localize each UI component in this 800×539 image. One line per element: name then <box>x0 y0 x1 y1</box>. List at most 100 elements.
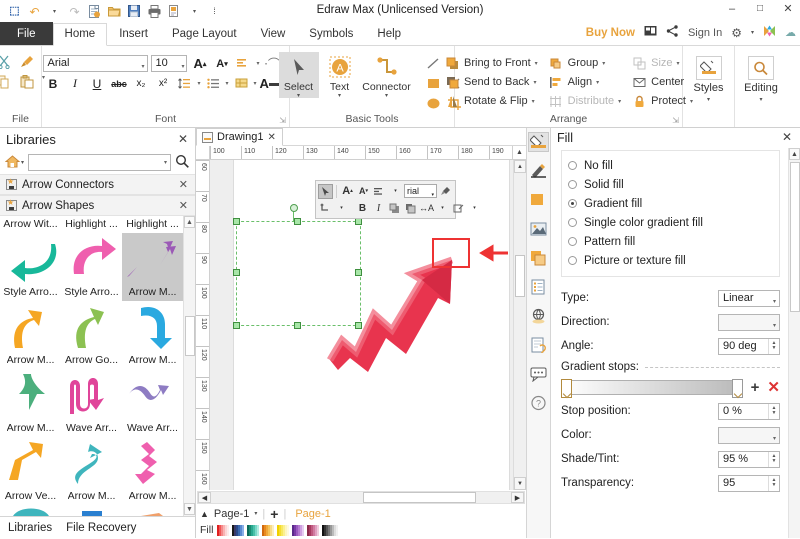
pointer-tool-icon[interactable] <box>318 183 333 199</box>
settings-caret-icon[interactable]: ▾ <box>751 29 754 36</box>
tab-symbols[interactable]: Symbols <box>297 23 365 45</box>
group-button[interactable]: Group ▾ <box>545 54 624 72</box>
italic-button[interactable]: I <box>65 75 84 92</box>
transparency-input[interactable]: 95 ▲ ▼ <box>718 474 780 492</box>
bring-to-front-icon[interactable] <box>387 201 402 216</box>
resize-handle-n[interactable] <box>294 218 301 225</box>
gradient-stop-start[interactable] <box>561 378 572 398</box>
distribute-button[interactable]: Distribute ▾ <box>545 92 624 110</box>
text-highlight-caret-icon[interactable]: ▾ <box>254 80 257 87</box>
gear-icon[interactable]: ⚙ <box>731 26 742 40</box>
bullets-icon[interactable] <box>204 75 223 92</box>
home-caret-icon[interactable]: ▾ <box>21 159 24 166</box>
send-to-back-icon[interactable] <box>403 201 418 216</box>
gradient-stops-track[interactable] <box>561 378 743 398</box>
fill-icon[interactable] <box>528 132 549 152</box>
bring-to-front-caret-icon[interactable]: ▾ <box>535 60 538 67</box>
page-selector-caret-icon[interactable]: ▾ <box>254 510 257 517</box>
present-icon[interactable] <box>644 25 657 40</box>
bold-button[interactable]: B <box>43 75 62 92</box>
libraries-scrollbar[interactable]: ▲ ▼ <box>183 216 195 516</box>
format-painter-icon[interactable] <box>438 184 453 199</box>
list-item[interactable]: Arrow Go... <box>61 301 122 369</box>
connector-tool-button[interactable]: Connector ▾ <box>361 52 413 99</box>
styles-button[interactable]: Styles ▾ <box>687 48 731 103</box>
text-align-icon[interactable] <box>234 55 253 72</box>
list-item[interactable]: Arrow M... <box>61 437 122 505</box>
direction-select[interactable]: ▾ <box>718 313 780 334</box>
editing-button[interactable]: Editing ▾ <box>739 48 783 103</box>
scroll-up-icon[interactable]: ▲ <box>184 216 195 228</box>
hyperlink-icon[interactable] <box>528 306 549 326</box>
tab-page-layout[interactable]: Page Layout <box>160 23 249 45</box>
group-caret-icon[interactable]: ▾ <box>602 60 605 67</box>
close-icon[interactable]: ✕ <box>178 132 188 146</box>
editing-caret-icon[interactable]: ▾ <box>759 96 762 103</box>
copy-icon[interactable] <box>0 74 12 90</box>
search-icon[interactable] <box>175 154 190 171</box>
close-icon[interactable]: ✕ <box>179 199 188 212</box>
radio-single-color-gradient-fill[interactable]: Single color gradient fill <box>568 213 775 232</box>
align-caret-icon[interactable]: ▾ <box>596 79 599 86</box>
resize-handle-se[interactable] <box>355 322 362 329</box>
spinner-icon[interactable]: ▲ ▼ <box>768 475 779 491</box>
remove-gradient-stop-button[interactable]: ✕ <box>767 378 780 396</box>
tab-insert[interactable]: Insert <box>107 23 160 45</box>
comment-icon[interactable] <box>528 364 549 384</box>
list-item[interactable]: Arrow M... <box>122 437 183 505</box>
canvas-vertical-scrollbar[interactable]: ▲ ▼ <box>513 160 526 490</box>
list-item[interactable]: Arrow M... <box>0 301 61 369</box>
radio-no-fill[interactable]: No fill <box>568 156 775 175</box>
connector-tool-caret-icon[interactable]: ▾ <box>385 93 388 99</box>
list-item[interactable]: Style Arro... <box>0 233 61 301</box>
resize-handle-ne[interactable] <box>355 218 362 225</box>
chevron-down-icon[interactable]: ▾ <box>773 319 776 334</box>
bring-to-front-button[interactable]: Bring to Front ▾ <box>441 54 541 72</box>
collapse-icon[interactable]: ▲ <box>200 509 209 519</box>
page-selector[interactable]: Page-1 <box>214 508 249 520</box>
close-icon[interactable]: ✕ <box>782 130 792 144</box>
mini-font-family-field[interactable]: rial ▾ <box>403 184 437 198</box>
tab-libraries[interactable]: Libraries <box>8 522 52 534</box>
scroll-up-icon[interactable]: ▲ <box>514 160 526 173</box>
list-item[interactable]: Style Arro... <box>61 233 122 301</box>
align-caret-icon[interactable]: ▾ <box>388 184 403 199</box>
text-tool-button[interactable]: A Text ▾ <box>320 52 360 99</box>
strikethrough-button[interactable]: abc <box>109 75 128 92</box>
rotate-flip-button[interactable]: Rotate & Flip ▾ <box>441 92 541 110</box>
shade-tint-input[interactable]: 95 % ▲ ▼ <box>718 450 780 468</box>
scroll-right-icon[interactable]: ▶ <box>511 492 524 503</box>
close-icon[interactable]: ✕ <box>267 132 275 143</box>
send-to-back-caret-icon[interactable]: ▾ <box>533 79 536 86</box>
cloud-icon[interactable]: ☁ <box>785 26 796 39</box>
radio-pattern-fill[interactable]: Pattern fill <box>568 232 775 251</box>
shrink-font-icon[interactable]: A ▾ <box>356 184 371 199</box>
bold-icon[interactable]: B <box>355 201 370 216</box>
add-gradient-stop-button[interactable]: + <box>751 379 760 396</box>
select-tool-caret-icon[interactable]: ▾ <box>297 93 300 99</box>
shadow-icon[interactable] <box>528 190 549 210</box>
connector-caret-icon[interactable]: ▾ <box>334 201 349 216</box>
chevron-down-icon[interactable]: ▾ <box>773 432 776 447</box>
document-tab-drawing1[interactable]: Drawing1 ✕ <box>196 128 283 146</box>
canvas-horizontal-scrollbar[interactable]: ◀ ▶ <box>197 491 525 504</box>
scrollbar-thumb[interactable] <box>184 316 195 356</box>
resize-handle-sw[interactable] <box>233 322 240 329</box>
underline-button[interactable]: U <box>87 75 106 92</box>
tab-file[interactable]: File <box>0 22 53 45</box>
line-spacing-icon[interactable] <box>175 75 194 92</box>
share-icon[interactable] <box>666 25 679 40</box>
grow-font-button[interactable]: A ▴ <box>190 55 209 72</box>
rotate-flip-caret-icon[interactable]: ▾ <box>532 98 535 105</box>
distribute-caret-icon[interactable]: ▾ <box>618 98 621 105</box>
theme-icon[interactable] <box>763 25 776 40</box>
scroll-down-icon[interactable]: ▼ <box>184 503 195 515</box>
grow-font-icon[interactable]: A ▴ <box>340 184 355 199</box>
chevron-down-icon[interactable]: ▾ <box>773 295 776 310</box>
line-style-icon[interactable] <box>451 201 466 216</box>
tab-view[interactable]: View <box>249 23 298 45</box>
radio-gradient-fill[interactable]: Gradient fill <box>568 194 775 213</box>
arrange-dialog-launcher[interactable]: ⇲ <box>672 116 679 125</box>
color-select[interactable]: ▾ <box>718 426 780 447</box>
rotation-handle[interactable] <box>290 204 298 212</box>
